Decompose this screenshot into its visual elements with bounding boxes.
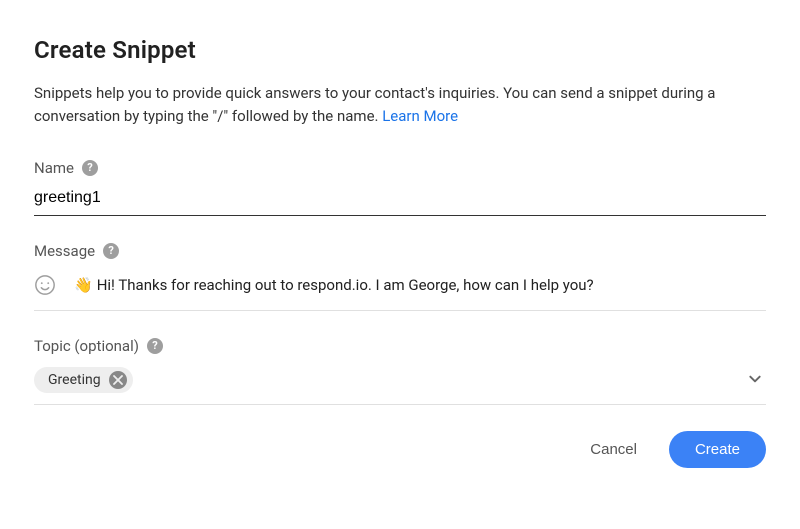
chevron-down-icon[interactable] [744, 367, 766, 394]
message-field: Message ? 👋Hi! Thanks for reaching out t… [34, 242, 766, 311]
emoji-picker-icon[interactable] [34, 274, 56, 296]
message-text: Hi! Thanks for reaching out to respond.i… [97, 276, 594, 294]
learn-more-link[interactable]: Learn More [382, 107, 458, 125]
message-input[interactable]: 👋Hi! Thanks for reaching out to respond.… [74, 276, 594, 294]
topic-chip-label: Greeting [48, 372, 101, 388]
topic-label: Topic (optional) [34, 337, 139, 355]
dialog-title: Create Snippet [34, 36, 766, 64]
create-button[interactable]: Create [669, 431, 766, 468]
name-field: Name ? [34, 159, 766, 216]
topic-field: Topic (optional) ? Greeting [34, 337, 766, 405]
name-label: Name [34, 159, 74, 177]
name-input[interactable] [34, 183, 766, 216]
message-label: Message [34, 242, 95, 260]
topic-select[interactable]: Greeting [34, 361, 766, 405]
dialog-actions: Cancel Create [34, 431, 766, 468]
description-text: Snippets help you to provide quick answe… [34, 84, 715, 125]
help-icon[interactable]: ? [82, 160, 98, 176]
cancel-button[interactable]: Cancel [586, 433, 641, 466]
help-icon[interactable]: ? [103, 243, 119, 259]
chip-remove-icon[interactable] [109, 371, 127, 389]
wave-emoji: 👋 [74, 276, 93, 294]
topic-chip: Greeting [34, 367, 133, 393]
help-icon[interactable]: ? [147, 338, 163, 354]
dialog-description: Snippets help you to provide quick answe… [34, 82, 766, 129]
